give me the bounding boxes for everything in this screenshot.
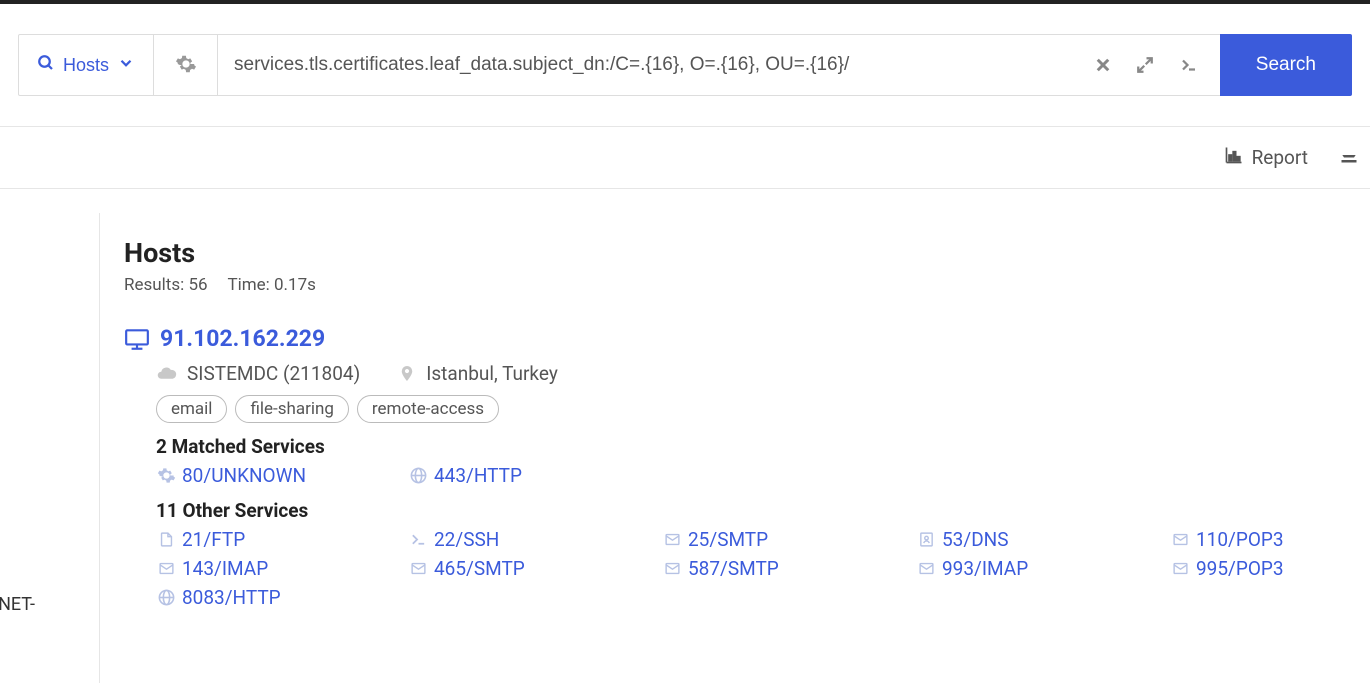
service-link[interactable]: 21/FTP (156, 528, 408, 551)
envelope-icon (408, 560, 428, 577)
envelope-icon (1170, 531, 1190, 548)
service-label: 995/POP3 (1196, 557, 1284, 580)
terminal-icon (408, 531, 428, 548)
envelope-icon (916, 560, 936, 577)
map-pin-icon (398, 363, 416, 384)
service-label: 993/IMAP (942, 557, 1028, 580)
service-link[interactable]: 587/SMTP (662, 557, 916, 580)
service-label: 587/SMTP (688, 557, 779, 580)
results-count: Results: 56 (124, 275, 208, 295)
scope-label: Hosts (63, 55, 109, 76)
globe-icon (156, 588, 176, 607)
service-label: 80/UNKNOWN (182, 464, 306, 487)
service-link[interactable]: 443/HTTP (408, 464, 662, 487)
service-label: 143/IMAP (182, 557, 268, 580)
service-label: 22/SSH (434, 528, 499, 551)
service-link[interactable]: 993/IMAP (916, 557, 1170, 580)
service-label: 443/HTTP (434, 464, 522, 487)
download-button[interactable] (1328, 145, 1360, 170)
search-bar: Hosts Search (0, 0, 1370, 127)
service-link[interactable]: 22/SSH (408, 528, 662, 551)
search-input-actions (1074, 34, 1220, 96)
host-meta: SISTEMDC (211804) Istanbul, Turkey (156, 362, 1370, 385)
scope-dropdown[interactable]: Hosts (18, 34, 154, 96)
service-label: 8083/HTTP (182, 586, 281, 609)
service-link[interactable]: 80/UNKNOWN (156, 464, 408, 487)
host-tags: email file-sharing remote-access (156, 395, 1370, 423)
service-link[interactable]: 995/POP3 (1170, 557, 1370, 580)
sidebar-text-fragment: NET- (0, 594, 35, 615)
report-label: Report (1252, 146, 1308, 169)
envelope-icon (1170, 560, 1190, 577)
service-label: 21/FTP (182, 528, 245, 551)
monitor-icon (124, 326, 150, 352)
gear-icon (156, 466, 176, 485)
sidebar: NET- (0, 213, 100, 683)
sub-bar: Report (0, 127, 1370, 189)
results-heading: Hosts (124, 237, 1370, 269)
host-ip: 91.102.162.229 (160, 325, 325, 352)
results-meta: Results: 56 Time: 0.17s (124, 275, 1370, 295)
host-location: Istanbul, Turkey (426, 362, 558, 385)
matched-services-heading: 2 Matched Services (156, 435, 1370, 458)
search-button[interactable]: Search (1220, 34, 1352, 96)
service-label: 53/DNS (942, 528, 1009, 551)
service-link[interactable]: 53/DNS (916, 528, 1170, 551)
other-services-heading: 11 Other Services (156, 499, 1370, 522)
host-asn: SISTEMDC (211804) (187, 362, 360, 385)
tag-remote-access[interactable]: remote-access (357, 395, 499, 423)
other-services: 21/FTP 22/SSH 25/SMTP 53/DNS 110/POP3 143/IMA… (156, 528, 1370, 613)
service-link[interactable]: 8083/HTTP (156, 586, 408, 609)
search-settings-button[interactable] (154, 34, 218, 96)
clear-icon[interactable] (1094, 56, 1112, 74)
results-panel: Hosts Results: 56 Time: 0.17s 91.102.162… (100, 213, 1370, 683)
chevron-down-icon (117, 54, 135, 77)
envelope-icon (662, 560, 682, 577)
service-link[interactable]: 465/SMTP (408, 557, 662, 580)
file-icon (156, 530, 176, 549)
content-area: NET- Hosts Results: 56 Time: 0.17s 91.10… (0, 189, 1370, 683)
expand-icon[interactable] (1136, 56, 1154, 74)
tag-file-sharing[interactable]: file-sharing (235, 395, 348, 423)
service-label: 110/POP3 (1196, 528, 1284, 551)
service-link[interactable]: 143/IMAP (156, 557, 408, 580)
envelope-icon (156, 560, 176, 577)
bar-chart-icon (1224, 145, 1244, 170)
address-icon (916, 530, 936, 549)
download-icon (1338, 145, 1360, 170)
terminal-icon[interactable] (1178, 56, 1200, 74)
search-input[interactable] (218, 34, 1074, 96)
service-label: 465/SMTP (434, 557, 525, 580)
gear-icon (175, 53, 197, 78)
service-link[interactable]: 25/SMTP (662, 528, 916, 551)
report-button[interactable]: Report (1214, 145, 1318, 170)
host-ip-link[interactable]: 91.102.162.229 (124, 325, 1370, 352)
envelope-icon (662, 531, 682, 548)
tag-email[interactable]: email (156, 395, 227, 423)
service-link[interactable]: 110/POP3 (1170, 528, 1370, 551)
results-time: Time: 0.17s (227, 275, 315, 295)
globe-icon (408, 466, 428, 485)
search-icon (37, 54, 55, 77)
matched-services: 80/UNKNOWN 443/HTTP (156, 464, 1370, 491)
service-label: 25/SMTP (688, 528, 768, 551)
cloud-icon (156, 363, 177, 384)
